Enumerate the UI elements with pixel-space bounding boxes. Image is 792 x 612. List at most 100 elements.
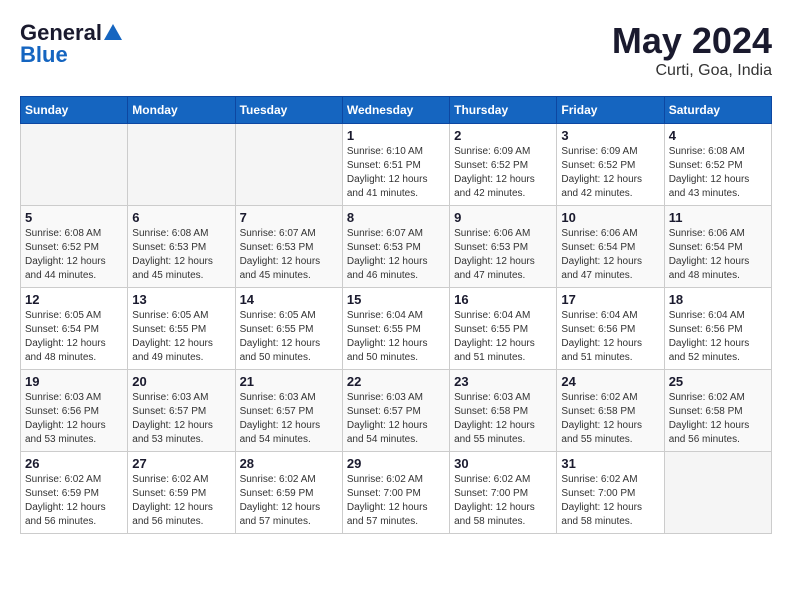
calendar-cell: 12 Sunrise: 6:05 AM Sunset: 6:54 PM Dayli… (21, 288, 128, 370)
calendar-cell: 19Sunrise: 6:03 AM Sunset: 6:56 PM Dayli… (21, 370, 128, 452)
day-info: Sunrise: 6:02 AM Sunset: 7:00 PM Dayligh… (454, 473, 552, 529)
day-number: 10 (561, 210, 659, 225)
calendar-cell: 29 Sunrise: 6:02 AM Sunset: 7:00 PM Dayli… (342, 452, 449, 534)
day-number: 30 (454, 456, 552, 471)
day-info: Sunrise: 6:03 AM Sunset: 6:57 PM Dayligh… (132, 391, 230, 447)
calendar-week-row: 26 Sunrise: 6:02 AM Sunset: 6:59 PM Dayli… (21, 452, 772, 534)
weekday-header: Tuesday (235, 97, 342, 124)
calendar-cell: 15 Sunrise: 6:04 AM Sunset: 6:55 PM Dayli… (342, 288, 449, 370)
day-number: 18 (669, 292, 767, 307)
weekday-header: Thursday (450, 97, 557, 124)
day-info: Sunrise: 6:04 AM Sunset: 6:56 PM Dayligh… (561, 309, 659, 365)
day-number: 4 (669, 128, 767, 143)
logo-blue: Blue (20, 42, 68, 68)
calendar-cell: 21 Sunrise: 6:03 AM Sunset: 6:57 PM Dayli… (235, 370, 342, 452)
day-info: Sunrise: 6:05 AM Sunset: 6:54 PM Dayligh… (25, 309, 123, 365)
day-info: Sunrise: 6:07 AM Sunset: 6:53 PM Dayligh… (347, 227, 445, 283)
calendar-cell (21, 124, 128, 206)
day-number: 26 (25, 456, 123, 471)
day-info: Sunrise: 6:09 AM Sunset: 6:52 PM Dayligh… (561, 145, 659, 201)
day-number: 20 (132, 374, 230, 389)
day-info: Sunrise: 6:02 AM Sunset: 6:59 PM Dayligh… (25, 473, 123, 529)
calendar-week-row: 5Sunrise: 6:08 AM Sunset: 6:52 PM Daylig… (21, 206, 772, 288)
calendar-week-row: 12 Sunrise: 6:05 AM Sunset: 6:54 PM Dayli… (21, 288, 772, 370)
calendar-cell: 8 Sunrise: 6:07 AM Sunset: 6:53 PM Daylig… (342, 206, 449, 288)
day-number: 25 (669, 374, 767, 389)
calendar-cell (128, 124, 235, 206)
day-number: 14 (240, 292, 338, 307)
day-info: Sunrise: 6:10 AM Sunset: 6:51 PM Dayligh… (347, 145, 445, 201)
weekday-header: Friday (557, 97, 664, 124)
weekday-header: Wednesday (342, 97, 449, 124)
calendar-cell: 4 Sunrise: 6:08 AM Sunset: 6:52 PM Daylig… (664, 124, 771, 206)
calendar-cell: 7Sunrise: 6:07 AM Sunset: 6:53 PM Daylig… (235, 206, 342, 288)
day-info: Sunrise: 6:03 AM Sunset: 6:57 PM Dayligh… (240, 391, 338, 447)
calendar-cell: 16 Sunrise: 6:04 AM Sunset: 6:55 PM Dayli… (450, 288, 557, 370)
calendar-cell: 9 Sunrise: 6:06 AM Sunset: 6:53 PM Daylig… (450, 206, 557, 288)
day-info: Sunrise: 6:04 AM Sunset: 6:56 PM Dayligh… (669, 309, 767, 365)
day-info: Sunrise: 6:03 AM Sunset: 6:58 PM Dayligh… (454, 391, 552, 447)
day-info: Sunrise: 6:02 AM Sunset: 7:00 PM Dayligh… (347, 473, 445, 529)
day-number: 24 (561, 374, 659, 389)
calendar-cell: 5Sunrise: 6:08 AM Sunset: 6:52 PM Daylig… (21, 206, 128, 288)
day-number: 13 (132, 292, 230, 307)
day-number: 16 (454, 292, 552, 307)
day-number: 28 (240, 456, 338, 471)
day-number: 8 (347, 210, 445, 225)
calendar-cell: 31Sunrise: 6:02 AM Sunset: 7:00 PM Dayli… (557, 452, 664, 534)
day-number: 7 (240, 210, 338, 225)
day-number: 22 (347, 374, 445, 389)
calendar-cell: 18 Sunrise: 6:04 AM Sunset: 6:56 PM Dayli… (664, 288, 771, 370)
calendar-cell: 26 Sunrise: 6:02 AM Sunset: 6:59 PM Dayli… (21, 452, 128, 534)
calendar-cell: 2 Sunrise: 6:09 AM Sunset: 6:52 PM Daylig… (450, 124, 557, 206)
calendar-cell: 25Sunrise: 6:02 AM Sunset: 6:58 PM Dayli… (664, 370, 771, 452)
calendar-cell: 20 Sunrise: 6:03 AM Sunset: 6:57 PM Dayli… (128, 370, 235, 452)
day-info: Sunrise: 6:04 AM Sunset: 6:55 PM Dayligh… (454, 309, 552, 365)
day-number: 9 (454, 210, 552, 225)
weekday-header: Monday (128, 97, 235, 124)
day-info: Sunrise: 6:05 AM Sunset: 6:55 PM Dayligh… (240, 309, 338, 365)
day-info: Sunrise: 6:02 AM Sunset: 6:59 PM Dayligh… (132, 473, 230, 529)
day-info: Sunrise: 6:06 AM Sunset: 6:53 PM Dayligh… (454, 227, 552, 283)
calendar-cell (664, 452, 771, 534)
day-number: 19 (25, 374, 123, 389)
day-number: 12 (25, 292, 123, 307)
calendar-cell: 11Sunrise: 6:06 AM Sunset: 6:54 PM Dayli… (664, 206, 771, 288)
weekday-header: Saturday (664, 97, 771, 124)
day-info: Sunrise: 6:02 AM Sunset: 6:58 PM Dayligh… (561, 391, 659, 447)
calendar-cell (235, 124, 342, 206)
day-number: 29 (347, 456, 445, 471)
calendar-cell: 3 Sunrise: 6:09 AM Sunset: 6:52 PM Daylig… (557, 124, 664, 206)
day-info: Sunrise: 6:08 AM Sunset: 6:52 PM Dayligh… (669, 145, 767, 201)
day-info: Sunrise: 6:09 AM Sunset: 6:52 PM Dayligh… (454, 145, 552, 201)
day-info: Sunrise: 6:05 AM Sunset: 6:55 PM Dayligh… (132, 309, 230, 365)
day-number: 21 (240, 374, 338, 389)
day-info: Sunrise: 6:08 AM Sunset: 6:53 PM Dayligh… (132, 227, 230, 283)
day-info: Sunrise: 6:02 AM Sunset: 6:59 PM Dayligh… (240, 473, 338, 529)
day-number: 27 (132, 456, 230, 471)
page-header: General Blue May 2024 Curti, Goa, India (20, 20, 772, 80)
weekday-header: Sunday (21, 97, 128, 124)
day-number: 2 (454, 128, 552, 143)
calendar-cell: 17 Sunrise: 6:04 AM Sunset: 6:56 PM Dayli… (557, 288, 664, 370)
calendar-cell: 14 Sunrise: 6:05 AM Sunset: 6:55 PM Dayli… (235, 288, 342, 370)
day-number: 3 (561, 128, 659, 143)
calendar-title: May 2024 (612, 20, 772, 62)
calendar-cell: 30 Sunrise: 6:02 AM Sunset: 7:00 PM Dayli… (450, 452, 557, 534)
day-info: Sunrise: 6:02 AM Sunset: 7:00 PM Dayligh… (561, 473, 659, 529)
day-number: 15 (347, 292, 445, 307)
calendar-week-row: 1Sunrise: 6:10 AM Sunset: 6:51 PM Daylig… (21, 124, 772, 206)
day-number: 17 (561, 292, 659, 307)
calendar-cell: 1Sunrise: 6:10 AM Sunset: 6:51 PM Daylig… (342, 124, 449, 206)
day-info: Sunrise: 6:06 AM Sunset: 6:54 PM Dayligh… (561, 227, 659, 283)
day-info: Sunrise: 6:04 AM Sunset: 6:55 PM Dayligh… (347, 309, 445, 365)
calendar-cell: 10 Sunrise: 6:06 AM Sunset: 6:54 PM Dayli… (557, 206, 664, 288)
day-number: 23 (454, 374, 552, 389)
calendar-cell: 28 Sunrise: 6:02 AM Sunset: 6:59 PM Dayli… (235, 452, 342, 534)
calendar-header-row: SundayMondayTuesdayWednesdayThursdayFrid… (21, 97, 772, 124)
day-info: Sunrise: 6:03 AM Sunset: 6:57 PM Dayligh… (347, 391, 445, 447)
title-block: May 2024 Curti, Goa, India (612, 20, 772, 80)
day-info: Sunrise: 6:06 AM Sunset: 6:54 PM Dayligh… (669, 227, 767, 283)
calendar-cell: 13 Sunrise: 6:05 AM Sunset: 6:55 PM Dayli… (128, 288, 235, 370)
calendar-table: SundayMondayTuesdayWednesdayThursdayFrid… (20, 96, 772, 534)
